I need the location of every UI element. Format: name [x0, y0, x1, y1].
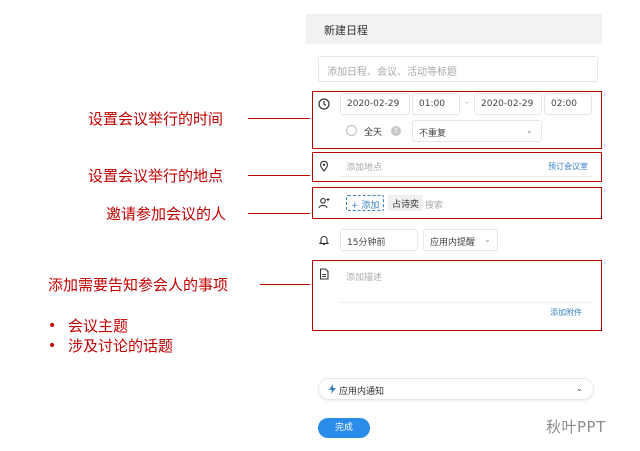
- end-time-field[interactable]: 02:00: [544, 93, 592, 115]
- all-day-label: 全天: [364, 128, 383, 138]
- description-divider: [340, 302, 592, 303]
- location-placeholder: 添加地点: [346, 163, 383, 173]
- book-room-link[interactable]: 预订会议室: [548, 161, 588, 172]
- bullet-item: • 会议主题: [48, 316, 173, 336]
- panel-header: 新建日程: [306, 14, 602, 44]
- notification-label: 应用内通知: [339, 387, 385, 397]
- reminder-time-select[interactable]: 15分钟前: [340, 229, 418, 251]
- description-input[interactable]: 添加描述: [340, 264, 592, 304]
- location-pin-icon: [319, 160, 329, 172]
- event-title-input[interactable]: 添加日程、会议、活动等标题: [318, 56, 598, 82]
- annotation-notes-line: [260, 284, 310, 285]
- document-icon: [319, 268, 329, 280]
- description-placeholder: 添加描述: [346, 273, 383, 283]
- watermark: 秋叶PPT: [546, 418, 606, 436]
- chevron-down-icon: ⌄: [484, 235, 491, 244]
- reminder-type-value: 应用内提醒: [430, 238, 476, 248]
- end-date-field[interactable]: 2020-02-29: [474, 93, 542, 115]
- add-person-icon: [318, 197, 330, 209]
- annotation-invite-line: [248, 213, 310, 214]
- notification-select[interactable]: 应用内通知: [318, 378, 594, 400]
- start-time-field[interactable]: 01:00: [412, 93, 460, 115]
- start-date-field[interactable]: 2020-02-29: [340, 93, 410, 115]
- annotation-location-line: [248, 175, 310, 176]
- annotation-notes: 添加需要告知参会人的事项: [48, 276, 229, 294]
- chevron-down-icon: ⌄: [576, 384, 583, 393]
- bullet-text: 会议主题: [68, 317, 129, 335]
- annotation-time-line: [248, 118, 310, 119]
- repeat-select[interactable]: 不重复: [412, 120, 542, 142]
- new-event-panel: 新建日程 添加日程、会议、活动等标题 2020-02-29 01:00 - 20…: [306, 0, 602, 451]
- bullet-text: 涉及讨论的话题: [68, 337, 174, 355]
- bell-icon: [318, 236, 330, 246]
- clock-icon: [318, 98, 330, 110]
- repeat-value: 不重复: [419, 129, 447, 139]
- attendee-tag[interactable]: 占诗奕: [388, 195, 424, 211]
- bullet-item: • 涉及讨论的话题: [48, 336, 173, 356]
- time-separator: -: [465, 98, 469, 108]
- lightning-icon: [329, 384, 336, 394]
- add-attachment-link[interactable]: 添加附件: [550, 307, 582, 318]
- chevron-down-icon: ⌄: [526, 126, 533, 135]
- all-day-radio[interactable]: [346, 125, 357, 136]
- reminder-time-value: 15分钟前: [347, 238, 386, 248]
- attendee-search-input[interactable]: 搜索: [425, 198, 443, 211]
- help-icon[interactable]: ?: [391, 126, 401, 136]
- page-title: 新建日程: [324, 24, 368, 37]
- bullet-dot: •: [48, 338, 57, 354]
- annotation-bullet-list: • 会议主题 • 涉及讨论的话题: [48, 316, 173, 356]
- add-attendee-button[interactable]: + 添加: [346, 195, 385, 211]
- done-button[interactable]: 完成: [318, 418, 370, 438]
- annotation-invite: 邀请参加会议的人: [106, 205, 227, 223]
- annotation-time: 设置会议举行的时间: [88, 110, 224, 128]
- bullet-dot: •: [48, 318, 57, 334]
- annotation-location: 设置会议举行的地点: [88, 167, 224, 185]
